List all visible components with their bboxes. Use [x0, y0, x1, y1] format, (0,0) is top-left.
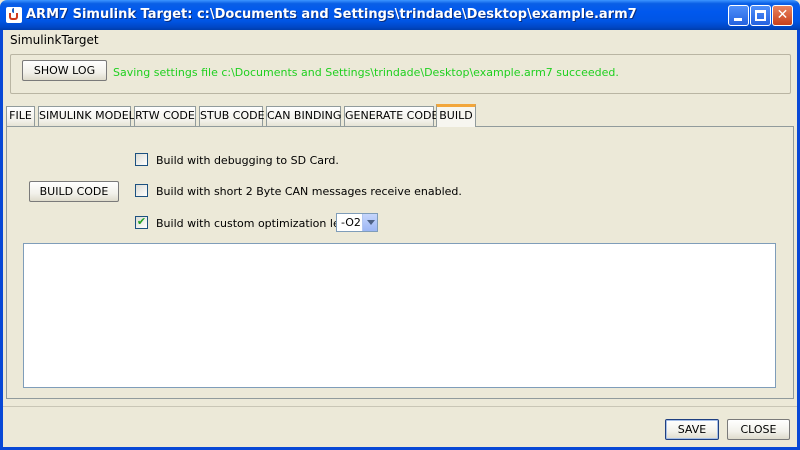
maximize-button[interactable] — [750, 5, 771, 26]
menu-simulinktarget[interactable]: SimulinkTarget — [10, 33, 99, 47]
tab-rtw-code[interactable]: RTW CODE — [134, 106, 196, 126]
tab-can-binding[interactable]: CAN BINDING — [266, 106, 341, 126]
footer-divider — [3, 406, 797, 407]
debug-sd-label: Build with debugging to SD Card. — [156, 154, 339, 167]
window-frame-left — [0, 30, 3, 450]
debug-sd-checkbox[interactable] — [135, 153, 148, 166]
tab-file[interactable]: FILE — [6, 106, 35, 126]
title-bar[interactable]: ARM7 Simulink Target: c:\Documents and S… — [0, 0, 800, 30]
minimize-icon — [734, 18, 742, 21]
minimize-button[interactable] — [728, 5, 749, 26]
checkmark-icon: ✔ — [136, 215, 147, 228]
tab-stub-code[interactable]: STUB CODE — [199, 106, 265, 126]
java-cup-icon — [6, 7, 22, 23]
build-output-area[interactable] — [23, 243, 776, 388]
tab-build[interactable]: BUILD — [436, 104, 476, 127]
close-button[interactable]: CLOSE — [727, 419, 790, 440]
build-code-button[interactable]: BUILD CODE — [29, 181, 119, 202]
status-message: Saving settings file c:\Documents and Se… — [113, 66, 619, 79]
optimization-level-select[interactable]: -O2 — [336, 213, 378, 232]
save-button[interactable]: SAVE — [665, 419, 719, 440]
custom-opt-checkbox[interactable]: ✔ — [135, 215, 148, 229]
window-title: ARM7 Simulink Target: c:\Documents and S… — [26, 7, 637, 22]
short-can-checkbox[interactable] — [135, 184, 148, 197]
tab-simulink-model[interactable]: SIMULINK MODEL — [38, 106, 135, 126]
maximize-icon — [755, 10, 766, 21]
show-log-button[interactable]: SHOW LOG — [22, 60, 107, 81]
close-icon: ✕ — [776, 7, 789, 23]
menu-bar: SimulinkTarget — [3, 30, 797, 50]
custom-opt-label: Build with custom optimization level: — [156, 217, 360, 230]
short-can-label: Build with short 2 Byte CAN messages rec… — [156, 185, 462, 198]
window-close-button[interactable]: ✕ — [772, 5, 793, 26]
tab-generate-code[interactable]: GENERATE CODE — [344, 106, 438, 126]
optimization-level-value: -O2 — [341, 216, 361, 229]
chevron-down-icon[interactable] — [362, 214, 377, 231]
